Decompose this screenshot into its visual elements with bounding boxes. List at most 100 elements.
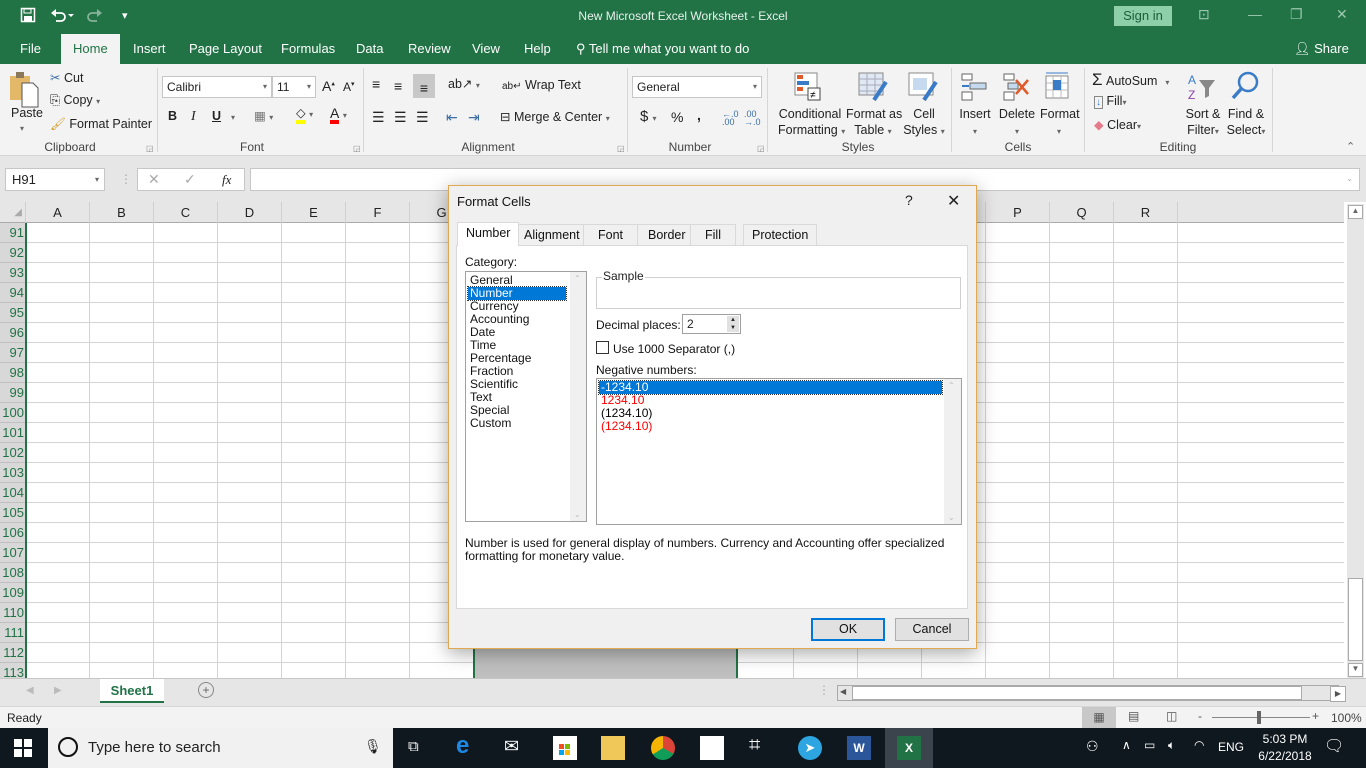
cancel-button[interactable]: Cancel <box>895 618 969 641</box>
format-as-table-button[interactable]: Format as Table ▾ <box>846 106 902 140</box>
find-select-button[interactable]: Find & Select▾ <box>1226 106 1266 140</box>
row-header-96[interactable]: 96 <box>0 323 26 343</box>
edge-browser-icon[interactable]: e <box>456 732 469 760</box>
next-sheet-icon[interactable]: ▶ <box>54 685 62 696</box>
scroll-down-button[interactable]: ▼ <box>1348 663 1363 677</box>
zoom-out-button[interactable]: - <box>1198 709 1202 723</box>
wifi-icon[interactable]: ◠ <box>1194 738 1204 752</box>
center-button[interactable]: ☰ <box>394 109 407 126</box>
insert-function-icon[interactable]: fx <box>222 172 231 188</box>
tab-review[interactable]: Review <box>400 34 459 64</box>
tab-fill[interactable]: Fill <box>690 224 736 246</box>
tab-alignment[interactable]: Alignment <box>515 224 589 246</box>
bold-button[interactable]: B <box>168 109 177 123</box>
font-size-dropdown[interactable]: 11 ▾ <box>272 76 316 98</box>
tab-formulas[interactable]: Formulas <box>273 34 343 64</box>
percent-style-button[interactable]: % <box>671 109 683 125</box>
name-box[interactable]: H91 ▾ <box>5 168 105 191</box>
italic-button[interactable]: I <box>191 109 196 125</box>
horizontal-scroll-thumb[interactable] <box>852 686 1302 700</box>
prev-sheet-icon[interactable]: ◀ <box>26 685 34 696</box>
row-header-92[interactable]: 92 <box>0 243 26 263</box>
clock[interactable]: 5:03 PM 6/22/2018 <box>1254 731 1316 765</box>
column-header-p[interactable]: P <box>986 202 1050 223</box>
conditional-formatting-button[interactable]: Conditional Formatting ▾ <box>778 106 845 140</box>
restore-icon[interactable]: ❐ <box>1290 6 1303 23</box>
help-button[interactable]: ? <box>905 192 913 208</box>
delete-button[interactable]: Delete ▾ <box>998 106 1036 140</box>
fill-color-button[interactable]: ◇ ▾ <box>296 106 313 124</box>
scroll-down-icon[interactable]: ⌄ <box>948 513 955 522</box>
close-icon[interactable]: ✕ <box>1336 6 1348 23</box>
sheet-tab-sheet1[interactable]: Sheet1 <box>100 679 164 703</box>
tell-me-box[interactable]: ⚲ Tell me what you want to do <box>568 34 757 64</box>
row-header-105[interactable]: 105 <box>0 503 26 523</box>
format-button[interactable]: Format ▾ <box>1040 106 1080 140</box>
column-header-r[interactable]: R <box>1114 202 1178 223</box>
row-header-97[interactable]: 97 <box>0 343 26 363</box>
taskbar-search-box[interactable]: Type here to search 🎙︎ <box>48 728 393 768</box>
underline-dropdown-icon[interactable]: ▾ <box>231 113 235 122</box>
battery-icon[interactable]: ▭ <box>1144 738 1155 752</box>
zoom-level[interactable]: 100% <box>1331 711 1362 725</box>
sticky-notes-icon[interactable] <box>700 736 724 760</box>
category-list[interactable]: ⌃ ⌄ General Number Currency Accounting Date T… <box>465 271 587 522</box>
dialog-close-icon[interactable]: ✕ <box>947 191 960 211</box>
number-format-dropdown[interactable]: General ▾ <box>632 76 762 98</box>
vertical-scrollbar[interactable]: ▲ ▼ <box>1347 204 1364 678</box>
column-header-f[interactable]: F <box>346 202 410 223</box>
paste-dropdown-icon[interactable]: ▾ <box>20 124 24 133</box>
tab-page-layout[interactable]: Page Layout <box>181 34 270 64</box>
horizontal-scrollbar[interactable]: ◀ <box>837 685 1339 701</box>
row-header-109[interactable]: 109 <box>0 583 26 603</box>
row-header-110[interactable]: 110 <box>0 603 26 623</box>
paste-button[interactable] <box>8 70 42 110</box>
volume-icon[interactable]: 🔈︎ <box>1168 738 1175 753</box>
tab-file[interactable]: File <box>12 34 49 64</box>
negative-number-option[interactable]: -1234.10 <box>598 380 943 395</box>
minimize-icon[interactable]: — <box>1248 6 1262 22</box>
column-header-a[interactable]: A <box>26 202 90 223</box>
add-sheet-icon[interactable]: + <box>198 682 214 698</box>
tab-insert[interactable]: Insert <box>125 34 174 64</box>
row-header-100[interactable]: 100 <box>0 403 26 423</box>
ok-button[interactable]: OK <box>811 618 885 641</box>
negative-numbers-scrollbar[interactable]: ⌃ ⌄ <box>944 379 961 524</box>
row-header-112[interactable]: 112 <box>0 643 26 663</box>
category-scrollbar[interactable]: ⌃ ⌄ <box>570 272 586 521</box>
row-header-98[interactable]: 98 <box>0 363 26 383</box>
format-painter-button[interactable]: 🖌︎ Format Painter <box>50 117 152 132</box>
comma-style-button[interactable]: , <box>697 107 701 123</box>
zoom-slider[interactable] <box>1212 717 1310 718</box>
row-header-103[interactable]: 103 <box>0 463 26 483</box>
tab-home[interactable]: Home <box>61 34 120 64</box>
share-button[interactable]: 👤︎ Share <box>1286 34 1357 64</box>
row-header-91[interactable]: 91 <box>0 223 26 243</box>
use-1000-separator-label[interactable]: Use 1000 Separator (,) <box>613 342 735 356</box>
tab-data[interactable]: Data <box>348 34 391 64</box>
tab-number[interactable]: Number <box>457 222 520 246</box>
number-launcher-icon[interactable]: ◲ <box>757 144 765 153</box>
scroll-up-icon[interactable]: ⌃ <box>574 274 581 283</box>
file-explorer-icon[interactable] <box>601 736 625 760</box>
sort-filter-button[interactable]: Sort & Filter▾ <box>1184 106 1222 140</box>
borders-button[interactable]: ▦ ▾ <box>254 108 273 123</box>
show-hidden-icons[interactable]: ∧ <box>1122 738 1131 752</box>
column-header-e[interactable]: E <box>282 202 346 223</box>
normal-view-button[interactable]: ▦ <box>1082 707 1116 728</box>
column-header-b[interactable]: B <box>90 202 154 223</box>
orientation-button[interactable]: ab↗ ▾ <box>448 76 480 91</box>
fill-button[interactable]: ↓ Fill▾ <box>1094 94 1126 109</box>
zoom-in-button[interactable]: + <box>1312 709 1319 723</box>
column-header-c[interactable]: C <box>154 202 218 223</box>
decrease-indent-button[interactable]: ⇤ <box>446 109 458 126</box>
word-icon[interactable]: W <box>847 736 871 760</box>
copy-button[interactable]: ⎘ Copy ▾ <box>50 93 100 108</box>
row-header-95[interactable]: 95 <box>0 303 26 323</box>
increase-decimal-button[interactable]: ←.0 .00 <box>722 110 739 127</box>
align-left-button[interactable]: ☰ <box>372 109 385 126</box>
scroll-up-icon[interactable]: ⌃ <box>948 381 955 390</box>
tab-protection[interactable]: Protection <box>743 224 818 246</box>
insert-button[interactable]: Insert ▾ <box>958 106 992 140</box>
clear-button[interactable]: ◆ Clear▾ <box>1094 117 1141 132</box>
